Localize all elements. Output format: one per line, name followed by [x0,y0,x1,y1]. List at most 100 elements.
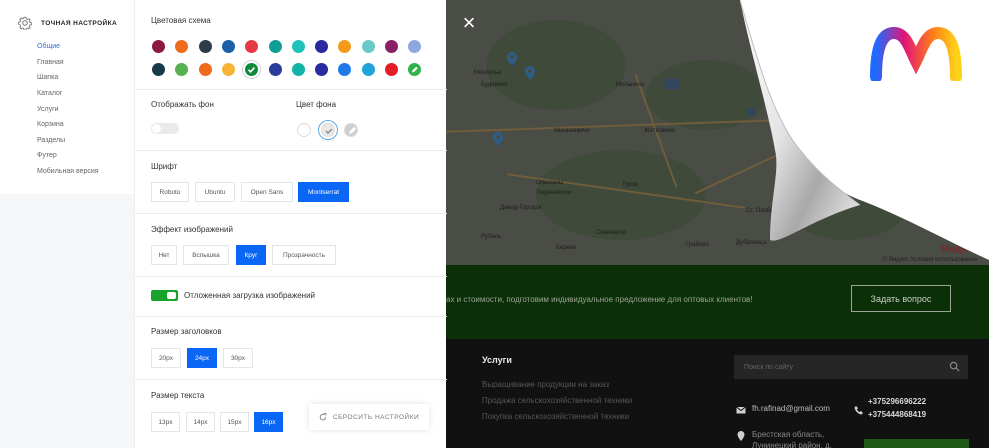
nav-services[interactable]: Услуги [37,106,59,113]
color-swatch[interactable] [221,40,235,53]
color-swatch[interactable] [221,63,235,76]
settings-panel: Цветовая схема Отображать фон Цвет фона … [134,0,447,448]
bg-color-light[interactable] [321,123,335,137]
reset-settings-button[interactable]: Сбросить настройки [309,404,429,430]
cta-text: ах и стоимости, подготовим индивидуально… [446,295,753,304]
map-pin-icon[interactable] [492,132,504,146]
nav-header[interactable]: Шапка [37,74,58,81]
font-roboto-button[interactable]: Roboto [151,182,189,202]
pencil-icon [412,66,419,73]
color-swatch[interactable] [361,63,375,76]
map-town: Давид-Городок [500,205,542,211]
heading-size-title: Размер заголовков [151,327,222,336]
bg-color-title: Цвет фона [296,100,337,109]
search-input[interactable]: Поиск по сайту [734,355,968,379]
nav-general[interactable]: Общие [37,43,60,50]
footer-action-button[interactable] [864,439,969,448]
ask-question-button[interactable]: Задать вопрос [851,285,951,312]
map-town: Рубель [481,234,502,240]
map-town: Люденевичи [536,190,571,196]
brand-logo [870,27,962,81]
pencil-icon [349,127,356,134]
nav-catalog[interactable]: Каталог [37,90,62,97]
search-placeholder: Поиск по сайту [744,363,794,371]
nav-cart[interactable]: Корзина [37,121,64,128]
refresh-icon [319,413,327,421]
map-pin-icon[interactable] [506,52,518,66]
color-swatch[interactable] [245,63,259,76]
map-town: Житковичи [644,128,675,134]
color-swatch[interactable] [152,63,165,76]
text-size-14-button[interactable]: 14px [186,412,215,432]
effect-circle-button[interactable]: Круг [236,245,266,265]
map-town: Синкевичи [596,230,627,236]
footer-address: Брестская область, Лунинецкий район, д. [752,430,832,448]
map-town: Микашевичи [554,128,590,134]
color-swatch[interactable] [175,63,189,76]
color-swatch[interactable] [338,63,352,76]
nav-mobile[interactable]: Мобильная версия [37,168,99,175]
footer-phone[interactable]: +375444868419 [868,410,926,419]
footer-email[interactable]: fh.rafinad@gmail.com [752,404,830,413]
footer-link[interactable]: Выращивание продукции на заказ [482,380,609,389]
lazy-load-toggle[interactable] [151,290,178,301]
heading-size-30-button[interactable]: 30px [223,348,253,368]
heading-size-20-button[interactable]: 20px [151,348,181,368]
footer-title: Услуги [482,355,512,365]
color-swatch[interactable] [198,40,212,53]
color-swatch[interactable] [315,40,329,53]
effect-none-button[interactable]: Нет [151,245,177,265]
map-town: Грабово [686,242,709,248]
footer: Услуги Выращивание продукции на заказ Пр… [446,339,989,448]
color-swatch[interactable] [245,40,259,53]
heading-size-24-button[interactable]: 24px [187,348,217,368]
color-swatch[interactable] [408,63,422,76]
text-size-16-button[interactable]: 16px [254,412,283,432]
show-bg-toggle[interactable] [151,123,179,134]
color-swatch[interactable] [361,40,375,53]
lazy-load-label: Отложенная загрузка изображений [184,291,316,300]
footer-phone[interactable]: +375296696222 [868,397,926,406]
font-montserrat-button[interactable]: Montserrat [298,182,349,202]
color-swatch[interactable] [315,63,329,76]
mail-icon [736,406,746,414]
close-icon[interactable]: × [460,12,478,34]
color-swatch[interactable] [338,40,352,53]
bg-color-white[interactable] [297,123,311,137]
settings-title: Точная настройка [41,19,118,27]
nav-footer[interactable]: Футер [37,152,57,159]
text-size-13-button[interactable]: 13px [151,412,180,432]
color-swatch[interactable] [385,63,398,76]
effect-transparency-button[interactable]: Прозрачность [272,245,336,265]
text-size-title: Размер текста [151,391,205,400]
map-pin-icon[interactable] [524,66,536,80]
color-swatch[interactable] [385,40,398,53]
color-swatch[interactable] [291,40,305,53]
text-size-15-button[interactable]: 15px [220,412,249,432]
nav-home[interactable]: Главная [37,59,64,66]
font-title: Шрифт [151,162,178,171]
map-town: Ольшаны [536,180,564,186]
search-icon[interactable] [949,361,960,372]
map-town: Мольничи [616,82,645,88]
check-icon [325,128,333,134]
map-town: Береки [556,245,576,251]
color-swatch[interactable] [268,40,282,53]
bg-color-custom[interactable] [344,123,358,137]
color-swatch[interactable] [268,63,282,76]
nav-sections[interactable]: Разделы [37,137,65,144]
color-swatch[interactable] [175,40,189,53]
color-swatch[interactable] [291,63,305,76]
footer-link[interactable]: Продажа сельскохозяйственной техники [482,396,632,405]
color-swatch[interactable] [152,40,165,53]
color-swatch[interactable] [198,63,212,76]
gear-icon [18,16,32,30]
check-icon [248,67,256,73]
font-opensans-button[interactable]: Open Sans [241,182,293,202]
effect-flash-button[interactable]: Вспышка [183,245,229,265]
cta-banner: ах и стоимости, подготовим индивидуально… [446,265,989,339]
reset-settings-label: Сбросить настройки [332,413,420,421]
footer-link[interactable]: Покупка сельскохозяйственной техники [482,412,629,421]
color-swatch[interactable] [408,40,422,53]
font-ubuntu-button[interactable]: Ubuntu [195,182,235,202]
